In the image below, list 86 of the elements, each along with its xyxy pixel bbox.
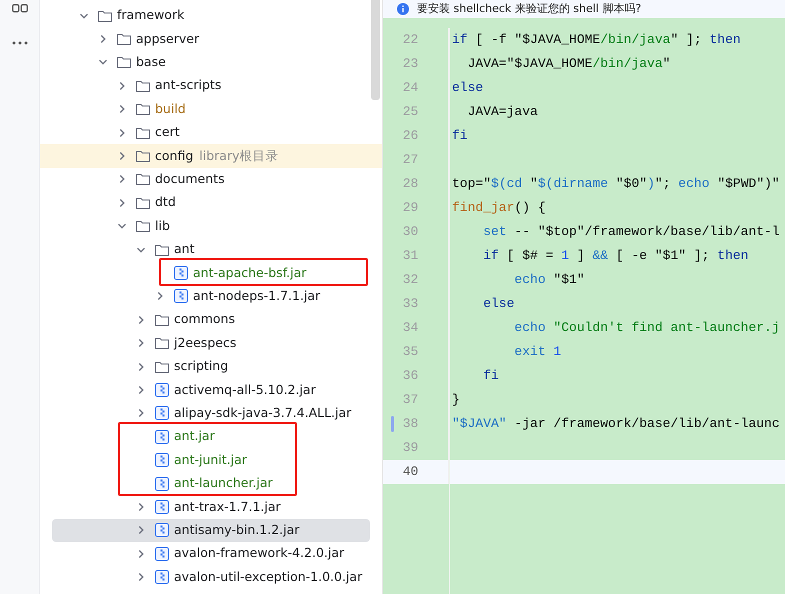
more-icon[interactable] (12, 41, 28, 45)
code-line: if [ $# = 1 ] && [ -e "$1" ]; then (482, 247, 748, 266)
folder-name[interactable]: documents (155, 170, 225, 189)
line-number: 38 (402, 415, 418, 434)
code-line: } (451, 391, 460, 410)
folder-name[interactable]: ant-scripts (155, 76, 222, 96)
folder-name[interactable]: dtd (155, 193, 176, 212)
line-number: 32 (402, 271, 418, 290)
folder-icon (116, 54, 132, 70)
jar-file-icon (154, 546, 170, 562)
folder-name[interactable]: commons (174, 310, 235, 330)
folder-name[interactable]: config (155, 146, 194, 166)
file-name[interactable]: ant.jar (174, 427, 215, 446)
folder-icon (135, 171, 151, 188)
code-line: "$JAVA" -jar /framework/base/lib/ant-launc (451, 415, 780, 434)
jar-file-icon (154, 569, 170, 586)
folder-icon (116, 31, 132, 48)
folder-name[interactable]: scripting (174, 357, 228, 376)
folder-name[interactable]: build (155, 100, 186, 119)
jar-file-icon (154, 452, 170, 468)
line-number: 23 (402, 55, 418, 74)
folder-name[interactable]: base (136, 53, 166, 72)
file-name[interactable]: ant-nodeps-1.7.1.jar (193, 287, 320, 306)
selected-row[interactable] (52, 518, 370, 542)
line-number: 37 (402, 391, 418, 410)
folder-name[interactable]: ant (174, 240, 194, 259)
line-number: 24 (402, 79, 418, 98)
code-line: find_jar() { (451, 199, 546, 218)
line-number: 28 (402, 175, 418, 194)
file-name[interactable]: avalon-framework-4.2.0.jar (174, 544, 344, 564)
folder-icon (135, 148, 151, 164)
line-number: 40 (402, 463, 418, 482)
folder-icon (135, 101, 151, 118)
file-name[interactable]: ant-trax-1.7.1.jar (174, 498, 281, 516)
folder-name[interactable]: appserver (136, 30, 200, 48)
jar-file-icon (154, 428, 170, 445)
code-line: JAVA="$JAVA_HOME/bin/java" (466, 55, 670, 74)
file-name[interactable]: activemq-all-5.10.2.jar (174, 380, 316, 400)
code-line: set -- "$top"/framework/base/lib/ant-l (482, 223, 780, 242)
line-number: 39 (402, 439, 418, 458)
folder-name[interactable]: j2eespecs (174, 334, 236, 353)
line-number: 36 (402, 367, 418, 386)
jar-file-icon (173, 288, 189, 304)
file-name[interactable]: ant-launcher.jar (174, 474, 273, 493)
line-number: 34 (402, 319, 418, 338)
code-line: top="$(cd "$(dirname "$0")"; echo "$PWD")" (451, 175, 780, 194)
folder-name[interactable]: framework (117, 6, 184, 26)
jar-file-icon (154, 405, 170, 422)
line-number: 26 (402, 127, 418, 146)
layout-grid-icon[interactable] (12, 4, 28, 13)
jar-file-icon (154, 382, 170, 398)
line-number: 30 (402, 223, 418, 242)
file-name[interactable]: ant-apache-bsf.jar (193, 264, 306, 282)
code-line: else (482, 295, 514, 314)
line-number: 27 (402, 151, 418, 170)
jar-file-icon (154, 476, 170, 492)
jar-file-icon (154, 498, 170, 515)
change-marker[interactable] (391, 416, 394, 432)
code-line: JAVA=java (466, 103, 538, 122)
scrollbar-thumb[interactable] (371, 0, 380, 100)
code-line: if [ -f "$JAVA_HOME/bin/java" ]; then (451, 31, 741, 50)
code-line: exit 1 (513, 343, 562, 362)
line-number: 29 (402, 199, 418, 218)
line-number: 25 (402, 103, 418, 122)
folder-name[interactable]: lib (155, 216, 170, 236)
file-name[interactable]: ant-junit.jar (174, 450, 247, 470)
jar-file-icon (173, 264, 189, 281)
info-icon (397, 3, 409, 15)
folder-name[interactable]: cert (155, 123, 180, 142)
code-line: fi (482, 367, 499, 386)
line-number: 35 (402, 343, 418, 362)
file-name[interactable]: avalon-util-exception-1.0.0.jar (174, 568, 362, 586)
folder-hint: library根目录 (199, 146, 278, 165)
line-number: 31 (402, 247, 418, 266)
jar-file-icon (154, 522, 170, 538)
file-name[interactable]: antisamy-bin.1.2.jar (174, 520, 300, 540)
line-number: 22 (402, 31, 418, 50)
code-line: echo "$1" (513, 271, 585, 290)
code-line: else (451, 79, 484, 98)
folder-icon (135, 218, 151, 234)
file-name[interactable]: alipay-sdk-java-3.7.4.ALL.jar (174, 404, 352, 423)
notification-text: 要安装 shellcheck 来验证您的 shell 脚本吗? (417, 0, 642, 17)
line-number: 33 (402, 295, 418, 314)
code-line: echo "Couldn't find ant-launcher.j (513, 319, 780, 338)
folder-icon (154, 335, 170, 352)
code-line: fi (451, 127, 468, 146)
